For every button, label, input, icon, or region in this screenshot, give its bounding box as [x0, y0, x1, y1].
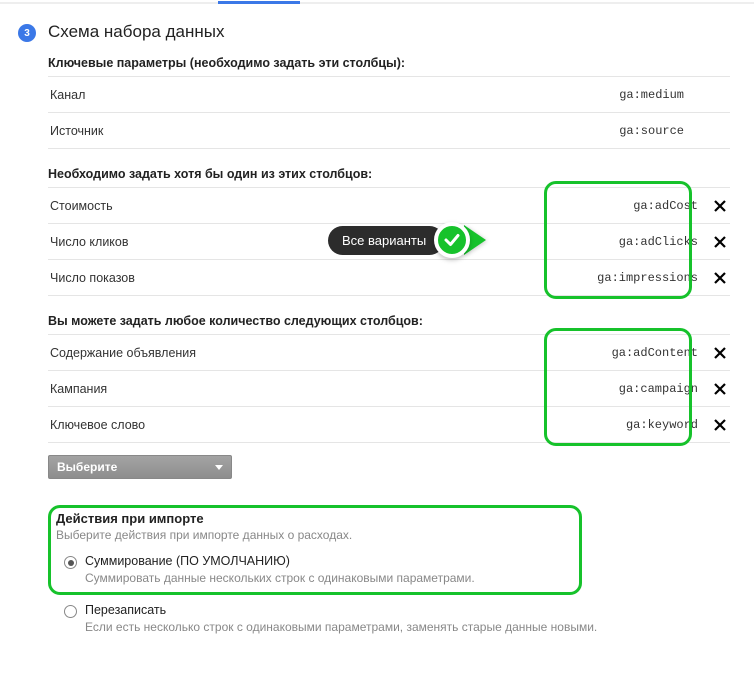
step-title: Схема набора данных [48, 22, 224, 42]
key-columns-rows: Канал ga:medium Источник ga:source [48, 76, 730, 149]
close-icon [714, 383, 726, 395]
one-column-heading: Необходимо задать хотя бы один из этих с… [48, 167, 730, 181]
any-columns-rows: Содержание объявления ga:adContent Кампа… [48, 334, 730, 443]
any-column-heading: Вы можете задать любое количество следую… [48, 314, 730, 328]
tab-indicator [0, 2, 754, 4]
key-columns-heading: Ключевые параметры (необходимо задать эт… [48, 56, 730, 70]
close-icon [714, 419, 726, 431]
table-row: Содержание объявления ga:adContent [48, 335, 730, 371]
close-icon [714, 347, 726, 359]
select-placeholder: Выберите [57, 460, 117, 474]
radio-overwrite[interactable] [64, 605, 77, 618]
remove-row-button[interactable] [712, 198, 728, 214]
column-label: Содержание объявления [50, 346, 588, 360]
table-row: Число показов ga:impressions [48, 260, 730, 296]
select-column-dropdown[interactable]: Выберите [48, 455, 232, 479]
close-icon [714, 236, 726, 248]
column-code: ga:campaign [588, 382, 698, 396]
import-actions-subheading: Выберите действия при импорте данных о р… [56, 528, 722, 542]
checkmark-icon [434, 222, 470, 258]
remove-row-button[interactable] [712, 345, 728, 361]
column-code: ga:adCost [588, 199, 698, 213]
remove-row-button[interactable] [712, 234, 728, 250]
remove-row-button[interactable] [712, 270, 728, 286]
annotation-callout: Все варианты [328, 222, 486, 258]
column-code: ga:impressions [588, 271, 698, 285]
column-code: ga:medium [618, 88, 728, 102]
chevron-down-icon [215, 465, 223, 470]
radio-overwrite-label: Перезаписать [85, 603, 597, 617]
column-label: Число показов [50, 271, 588, 285]
close-icon [714, 200, 726, 212]
column-label: Канал [50, 88, 618, 102]
radio-sum-label: Суммирование (ПО УМОЛЧАНИЮ) [85, 554, 475, 568]
column-label: Число кликов [50, 235, 588, 249]
column-code: ga:keyword [588, 418, 698, 432]
callout-label: Все варианты [328, 226, 444, 255]
table-row: Ключевое слово ga:keyword [48, 407, 730, 443]
remove-row-button[interactable] [712, 417, 728, 433]
column-code: ga:source [618, 124, 728, 138]
column-label: Кампания [50, 382, 588, 396]
table-row: Канал ga:medium [48, 77, 730, 113]
column-code: ga:adContent [588, 346, 698, 360]
table-row: Источник ga:source [48, 113, 730, 149]
radio-sum-desc: Суммировать данные нескольких строк с од… [85, 571, 475, 585]
column-label: Стоимость [50, 199, 588, 213]
radio-sum[interactable] [64, 556, 77, 569]
table-row: Кампания ga:campaign [48, 371, 730, 407]
column-label: Ключевое слово [50, 418, 588, 432]
close-icon [714, 272, 726, 284]
radio-overwrite-desc: Если есть несколько строк с одинаковыми … [85, 620, 597, 634]
remove-row-button[interactable] [712, 381, 728, 397]
column-code: ga:adClicks [588, 235, 698, 249]
step-number-badge: 3 [18, 24, 36, 42]
import-actions-heading: Действия при импорте [56, 511, 722, 526]
table-row: Стоимость ga:adCost [48, 188, 730, 224]
column-label: Источник [50, 124, 618, 138]
